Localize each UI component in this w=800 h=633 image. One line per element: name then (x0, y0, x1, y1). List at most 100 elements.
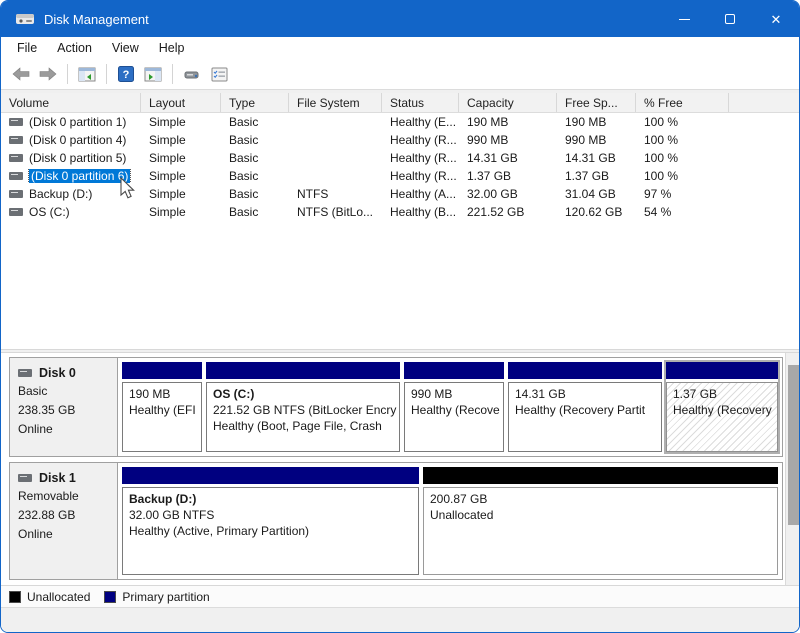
partition-backup-d[interactable]: Backup (D:) 32.00 GB NTFS Healthy (Activ… (122, 467, 419, 575)
unallocated-swatch (9, 591, 21, 603)
table-row[interactable]: OS (C:) Simple Basic NTFS (BitLo... Heal… (1, 203, 799, 221)
table-row-selected[interactable]: (Disk 0 partition 6) Simple Basic Health… (1, 167, 799, 185)
volume-icon (9, 154, 23, 162)
partition-status: Healthy (Recovery Partit (515, 402, 655, 418)
partition-color-bar (508, 362, 662, 379)
menu-action[interactable]: Action (47, 37, 102, 59)
table-row[interactable]: (Disk 0 partition 5) Simple Basic Health… (1, 149, 799, 167)
partition-title: Backup (D:) (129, 491, 412, 507)
menu-help[interactable]: Help (149, 37, 195, 59)
column-header-status[interactable]: Status (382, 93, 459, 112)
table-row[interactable]: (Disk 0 partition 1) Simple Basic Health… (1, 113, 799, 131)
partition-size: 14.31 GB (515, 386, 655, 402)
cell-free-space: 120.62 GB (557, 205, 636, 219)
cell-type: Basic (221, 151, 289, 165)
volume-icon (9, 208, 23, 216)
partition-recovery-selected[interactable]: 1.37 GB Healthy (Recovery (666, 362, 778, 452)
cell-status: Healthy (E... (382, 115, 459, 129)
console-tree-button[interactable] (75, 62, 99, 86)
console-tree-icon (78, 67, 96, 82)
cell-capacity: 190 MB (459, 115, 557, 129)
minimize-button[interactable] (661, 1, 707, 37)
unallocated-space[interactable]: 200.87 GB Unallocated (423, 467, 778, 575)
column-header-pct-free[interactable]: % Free (636, 93, 729, 112)
legend-primary-partition: Primary partition (104, 590, 209, 604)
cell-pct-free: 100 % (636, 133, 729, 147)
vertical-scrollbar[interactable] (785, 353, 800, 585)
cell-layout: Simple (141, 133, 221, 147)
partition-status: Healthy (EFI (129, 402, 195, 418)
column-header-type[interactable]: Type (221, 93, 289, 112)
action-pane-button[interactable] (141, 62, 165, 86)
cell-type: Basic (221, 115, 289, 129)
disk-icon (18, 369, 32, 377)
volume-icon (9, 136, 23, 144)
cell-free-space: 1.37 GB (557, 169, 636, 183)
minimize-icon (679, 19, 690, 20)
refresh-disks-button[interactable] (180, 62, 204, 86)
volume-name-selected: (Disk 0 partition 6) (29, 169, 130, 183)
volume-name: Backup (D:) (29, 187, 92, 201)
cell-capacity: 990 MB (459, 133, 557, 147)
svg-text:?: ? (123, 69, 130, 81)
primary-partition-swatch (104, 591, 116, 603)
disk-1-header[interactable]: Disk 1 Removable 232.88 GB Online (10, 463, 118, 579)
disk-kind: Removable (18, 489, 111, 504)
partition-os-c[interactable]: OS (C:) 221.52 GB NTFS (BitLocker Encry … (206, 362, 400, 452)
partition-recovery-990mb[interactable]: 990 MB Healthy (Recove (404, 362, 504, 452)
partition-status: Healthy (Recovery (673, 402, 771, 418)
graphical-view: Disk 0 Basic 238.35 GB Online 190 MB Hea… (1, 353, 799, 585)
cell-pct-free: 97 % (636, 187, 729, 201)
back-button[interactable] (9, 62, 33, 86)
forward-button[interactable] (36, 62, 60, 86)
cell-capacity: 221.52 GB (459, 205, 557, 219)
column-header-filler (729, 93, 799, 112)
partition-color-bar (423, 467, 778, 484)
window-title: Disk Management (44, 12, 149, 27)
disk-name: Disk 0 (39, 366, 76, 380)
menu-file[interactable]: File (7, 37, 47, 59)
volume-name: (Disk 0 partition 5) (29, 151, 126, 165)
partition-color-bar (666, 362, 778, 379)
disk-status: Online (18, 422, 111, 437)
cell-pct-free: 100 % (636, 115, 729, 129)
partition-size: 190 MB (129, 386, 195, 402)
legend-bar: Unallocated Primary partition (1, 585, 799, 607)
partition-title: OS (C:) (213, 386, 393, 402)
cell-pct-free: 54 % (636, 205, 729, 219)
partition-status: Healthy (Boot, Page File, Crash (213, 418, 393, 434)
cell-status: Healthy (A... (382, 187, 459, 201)
volume-name: (Disk 0 partition 1) (29, 115, 126, 129)
table-row[interactable]: Backup (D:) Simple Basic NTFS Healthy (A… (1, 185, 799, 203)
cell-free-space: 990 MB (557, 133, 636, 147)
partition-recovery-14gb[interactable]: 14.31 GB Healthy (Recovery Partit (508, 362, 662, 452)
partition-size: 1.37 GB (673, 386, 771, 402)
disk-management-window: Disk Management ✕ File Action View Help (0, 0, 800, 633)
cell-pct-free: 100 % (636, 151, 729, 165)
column-header-layout[interactable]: Layout (141, 93, 221, 112)
properties-button[interactable] (207, 62, 231, 86)
partition-color-bar (206, 362, 400, 379)
table-row[interactable]: (Disk 0 partition 4) Simple Basic Health… (1, 131, 799, 149)
menu-view[interactable]: View (102, 37, 149, 59)
disk-0-header[interactable]: Disk 0 Basic 238.35 GB Online (10, 358, 118, 456)
cell-status: Healthy (B... (382, 205, 459, 219)
disk-size: 238.35 GB (18, 403, 111, 418)
partition-efi[interactable]: 190 MB Healthy (EFI (122, 362, 202, 452)
cell-free-space: 14.31 GB (557, 151, 636, 165)
cell-capacity: 1.37 GB (459, 169, 557, 183)
cell-type: Basic (221, 187, 289, 201)
help-button[interactable]: ? (114, 62, 138, 86)
column-header-volume[interactable]: Volume (1, 93, 141, 112)
partition-color-bar (122, 467, 419, 484)
partition-status: Healthy (Active, Primary Partition) (129, 523, 412, 539)
disk-name: Disk 1 (39, 471, 76, 485)
column-header-file-system[interactable]: File System (289, 93, 382, 112)
scrollbar-thumb[interactable] (788, 365, 800, 525)
cell-capacity: 32.00 GB (459, 187, 557, 201)
close-button[interactable]: ✕ (753, 1, 799, 37)
menu-bar: File Action View Help (1, 37, 799, 59)
maximize-button[interactable] (707, 1, 753, 37)
column-header-capacity[interactable]: Capacity (459, 93, 557, 112)
column-header-free-space[interactable]: Free Sp... (557, 93, 636, 112)
